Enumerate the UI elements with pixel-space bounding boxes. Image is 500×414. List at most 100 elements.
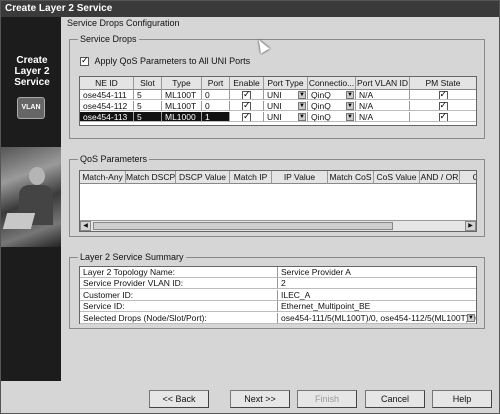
col-port-vlan-id[interactable]: Port VLAN ID: [356, 77, 410, 90]
summary-value-text: 2: [281, 278, 286, 289]
col-connection[interactable]: Connectio...: [308, 77, 356, 90]
cell-connection[interactable]: QinQ ▼: [308, 112, 356, 122]
pm-state-checkbox[interactable]: [438, 90, 448, 99]
col-match-dscp[interactable]: Match DSCP: [126, 171, 176, 184]
scroll-thumb[interactable]: [93, 222, 393, 230]
pm-state-checkbox[interactable]: [438, 112, 448, 121]
scroll-right-icon[interactable]: ▶: [465, 221, 476, 231]
chevron-down-icon[interactable]: ▼: [467, 313, 475, 322]
chevron-down-icon[interactable]: ▼: [298, 113, 306, 121]
col-enable[interactable]: Enable: [230, 77, 264, 90]
cell-port: 0: [202, 90, 230, 100]
summary-value-text: ILEC_A: [281, 289, 311, 300]
col-match-cos[interactable]: Match CoS: [328, 171, 374, 184]
table-row[interactable]: ose454-1135ML10001UNI▼QinQ▼N/A: [80, 112, 476, 122]
service-drops-label: Service Drops: [78, 34, 139, 44]
summary-key: Layer 2 Topology Name:: [80, 267, 278, 278]
summary-value[interactable]: ose454-111/5(ML100T)/0, ose454-112/5(ML1…: [278, 313, 476, 324]
cell-port-type[interactable]: UNI ▼: [264, 101, 308, 111]
col-match-any[interactable]: Match-Any: [80, 171, 126, 184]
summary-row: Selected Drops (Node/Slot/Port): ose454-1…: [80, 312, 476, 324]
summary-label: Layer 2 Service Summary: [78, 252, 186, 262]
summary-value-text: Service Provider A: [281, 267, 351, 277]
cell-ne-id: ose454-112: [80, 101, 134, 111]
enable-checkbox[interactable]: [242, 101, 251, 110]
qos-label: QoS Parameters: [78, 154, 150, 164]
enable-checkbox[interactable]: [242, 90, 251, 99]
help-button[interactable]: Help: [432, 390, 492, 408]
table-row[interactable]: ose454-1115ML100T0UNI▼QinQ▼N/A: [80, 90, 476, 100]
col-type[interactable]: Type: [162, 77, 202, 90]
col-ne-id[interactable]: NE ID: [80, 77, 134, 90]
cell-pm-state[interactable]: [410, 90, 476, 100]
service-drops-group: Service Drops Apply QoS Parameters to Al…: [69, 34, 485, 139]
summary-row: Service Provider VLAN ID: 2: [80, 278, 476, 290]
col-pm-state[interactable]: PM State: [410, 77, 476, 90]
cell-port-type[interactable]: UNI ▼: [264, 90, 308, 100]
back-button[interactable]: << Back: [149, 390, 209, 408]
table-row[interactable]: ose454-1125ML100T0UNI▼QinQ▼N/A: [80, 101, 476, 111]
apply-qos-checkbox[interactable]: [80, 55, 89, 67]
connection-value: QinQ: [311, 112, 331, 122]
cell-type: ML100T: [162, 90, 202, 100]
scroll-track[interactable]: [91, 221, 465, 231]
summary-row: Layer 2 Topology Name: Service Provider A: [80, 267, 476, 278]
summary-key: Selected Drops (Node/Slot/Port):: [80, 312, 278, 324]
enable-checkbox[interactable]: [242, 112, 251, 121]
summary-key: Customer ID:: [80, 289, 278, 301]
chevron-down-icon[interactable]: ▼: [346, 102, 354, 110]
col-ip-value[interactable]: IP Value: [272, 171, 328, 184]
qos-hscrollbar[interactable]: ◀ ▶: [80, 220, 476, 231]
qos-header: Match-Any Match DSCP DSCP Value Match IP…: [80, 171, 476, 184]
cell-enable[interactable]: [230, 90, 264, 100]
summary-key: Service ID:: [80, 301, 278, 313]
cell-port-type[interactable]: UNI ▼: [264, 112, 308, 122]
scroll-left-icon[interactable]: ◀: [80, 221, 91, 231]
summary-row: Customer ID: ILEC_A: [80, 289, 476, 301]
chevron-down-icon[interactable]: ▼: [298, 91, 306, 99]
qos-group: QoS Parameters Match-Any Match DSCP DSCP…: [69, 154, 485, 237]
person-head-graphic: [29, 167, 45, 185]
cell-enable[interactable]: [230, 101, 264, 111]
chevron-down-icon[interactable]: ▼: [298, 102, 306, 110]
pm-state-checkbox[interactable]: [438, 101, 448, 110]
cell-connection[interactable]: QinQ ▼: [308, 101, 356, 111]
port-type-value: UNI: [267, 112, 282, 122]
connection-value: QinQ: [311, 90, 331, 100]
summary-key: Service Provider VLAN ID:: [80, 278, 278, 290]
cell-pm-state[interactable]: [410, 112, 476, 122]
summary-value-text: Ethernet_Multipoint_BE: [281, 301, 371, 312]
finish-button[interactable]: Finish: [297, 390, 357, 408]
cell-slot: 5: [134, 90, 162, 100]
col-port-type[interactable]: Port Type: [264, 77, 308, 90]
chevron-down-icon[interactable]: ▼: [346, 113, 354, 121]
connection-value: QinQ: [311, 101, 331, 111]
apply-qos-label: Apply QoS Parameters to All UNI Ports: [94, 56, 251, 66]
col-port[interactable]: Port: [202, 77, 230, 90]
summary-value: 2: [278, 278, 476, 290]
col-dscp-value[interactable]: DSCP Value: [176, 171, 230, 184]
cell-ne-id: ose454-111: [80, 90, 134, 100]
cell-port: 0: [202, 101, 230, 111]
cell-pm-state[interactable]: [410, 101, 476, 111]
summary-group: Layer 2 Service Summary Layer 2 Topology…: [69, 252, 485, 329]
cancel-button[interactable]: Cancel: [365, 390, 425, 408]
col-cir[interactable]: CIR: [460, 171, 476, 184]
cell-port-vlan-id: N/A: [356, 90, 410, 100]
cell-port-vlan-id: N/A: [356, 112, 410, 122]
port-type-value: UNI: [267, 101, 282, 111]
cell-connection[interactable]: QinQ ▼: [308, 90, 356, 100]
wizard-sidebar: Create Layer 2 Service VLAN: [1, 17, 61, 381]
cell-type: ML1000: [162, 112, 202, 122]
next-button[interactable]: Next >>: [230, 390, 290, 408]
cell-enable[interactable]: [230, 112, 264, 122]
col-match-ip[interactable]: Match IP: [230, 171, 272, 184]
col-slot[interactable]: Slot: [134, 77, 162, 90]
col-and-or[interactable]: AND / OR: [420, 171, 460, 184]
summary-value: Ethernet_Multipoint_BE: [278, 301, 476, 313]
chevron-down-icon[interactable]: ▼: [346, 91, 354, 99]
col-cos-value[interactable]: CoS Value: [374, 171, 420, 184]
summary-row: Service ID: Ethernet_Multipoint_BE: [80, 301, 476, 313]
cell-port: 1: [202, 112, 230, 122]
config-heading: Service Drops Configuration: [67, 18, 180, 28]
